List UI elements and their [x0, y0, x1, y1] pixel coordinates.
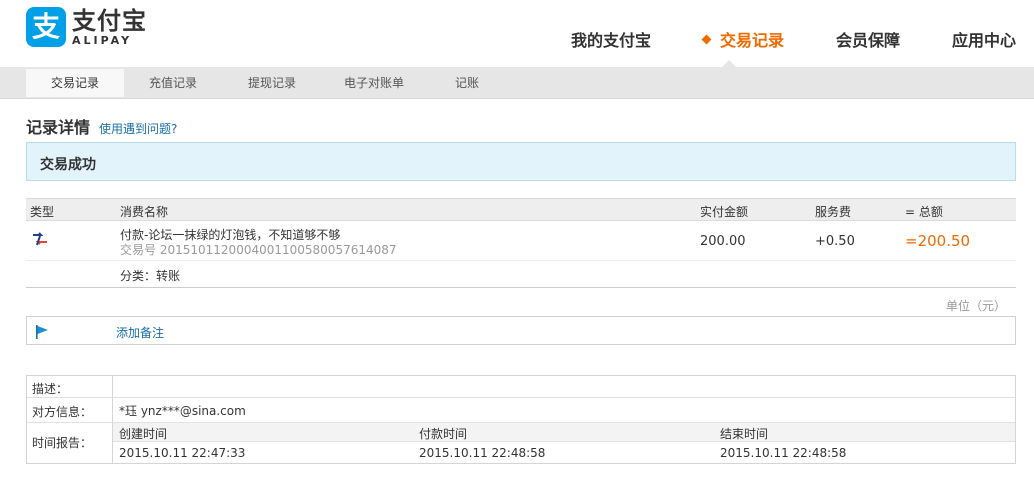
- category-value: 转账: [156, 269, 181, 283]
- nav-caret-icon: [722, 60, 736, 67]
- tab-recharge[interactable]: 充值记录: [134, 69, 212, 97]
- status-text: 交易成功: [40, 157, 96, 173]
- finished-time-value: 2015.10.11 22:48:58: [720, 446, 847, 460]
- category-label: 分类：: [120, 269, 157, 283]
- table-row: 付款-论坛一抹绿的灯泡钱，不知道够不够 交易号 2015101120004001…: [26, 221, 1016, 261]
- header: 支 支付宝 ALIPAY 我的支付宝 交易记录 会员保障 应用中心: [0, 0, 1034, 67]
- main-nav-member-protection[interactable]: 会员保障: [836, 30, 900, 52]
- party-value: *珏 ynz***@sina.com: [119, 404, 246, 418]
- trade-number: 交易号 2015101120004001100580057614087: [120, 241, 397, 258]
- tab-transactions[interactable]: 交易记录: [26, 69, 124, 97]
- page-title: 记录详情: [26, 118, 91, 137]
- time-label: 时间报告：: [32, 436, 93, 450]
- party-label: 对方信息：: [32, 405, 93, 419]
- header-amount: 实付金额: [700, 205, 749, 219]
- active-indicator-icon: [701, 34, 712, 45]
- header-fee: 服务费: [815, 205, 852, 219]
- remark-box: 添加备注: [26, 316, 1016, 345]
- add-remark-link[interactable]: 添加备注: [116, 324, 164, 341]
- tab-bookkeeping[interactable]: 记账: [442, 69, 492, 97]
- logo-name-cn: 支付宝: [72, 7, 147, 35]
- info-table: 描述： 对方信息： *珏 ynz***@sina.com 时间报告： 创建时间 …: [26, 375, 1016, 464]
- paid-time-header: 付款时间: [419, 427, 468, 441]
- tab-statement[interactable]: 电子对账单: [335, 69, 413, 97]
- logo-name-en: ALIPAY: [72, 34, 133, 47]
- transfer-icon: [32, 231, 48, 250]
- time-header-row: [113, 423, 1015, 442]
- logo-text: 支付宝 ALIPAY: [72, 7, 147, 47]
- title-row: 记录详情 使用遇到问题?: [26, 114, 177, 138]
- tab-withdraw[interactable]: 提现记录: [233, 69, 311, 97]
- main-nav-my-alipay[interactable]: 我的支付宝: [571, 30, 651, 52]
- main-nav-transactions[interactable]: 交易记录: [701, 30, 784, 52]
- created-time-header: 创建时间: [119, 427, 168, 441]
- header-type: 类型: [30, 205, 55, 219]
- paid-time-value: 2015.10.11 22:48:58: [419, 446, 546, 460]
- sub-nav: 交易记录 充值记录 提现记录 电子对账单 记账: [0, 67, 1034, 99]
- trade-number-value: 2015101120004001100580057614087: [159, 243, 397, 257]
- row-divider: [27, 397, 1015, 398]
- desc-label: 描述：: [32, 382, 69, 396]
- trade-number-label: 交易号: [120, 243, 157, 257]
- fee-value: +0.50: [815, 234, 855, 249]
- total-value: =200.50: [905, 232, 971, 250]
- flag-icon: [35, 325, 49, 339]
- main-nav-app-center[interactable]: 应用中心: [952, 30, 1016, 52]
- category-row: 分类： 转账: [26, 261, 1016, 288]
- header-name: 消费名称: [120, 205, 169, 219]
- main-nav-transactions-label: 交易记录: [719, 31, 784, 50]
- alipay-logo[interactable]: 支 支付宝 ALIPAY: [26, 7, 147, 47]
- alipay-logo-icon: 支: [26, 7, 66, 47]
- amount-value: 200.00: [700, 234, 746, 249]
- status-banner: 交易成功: [26, 142, 1016, 181]
- created-time-value: 2015.10.11 22:47:33: [119, 446, 246, 460]
- main-nav: 我的支付宝 交易记录 会员保障 应用中心: [519, 30, 1016, 52]
- table-header: 类型 消费名称 实付金额 服务费 = 总额: [26, 198, 1016, 221]
- header-total: = 总额: [905, 205, 943, 219]
- help-link[interactable]: 使用遇到问题?: [99, 120, 177, 137]
- unit-label: 单位（元）: [945, 299, 1006, 313]
- finished-time-header: 结束时间: [720, 427, 769, 441]
